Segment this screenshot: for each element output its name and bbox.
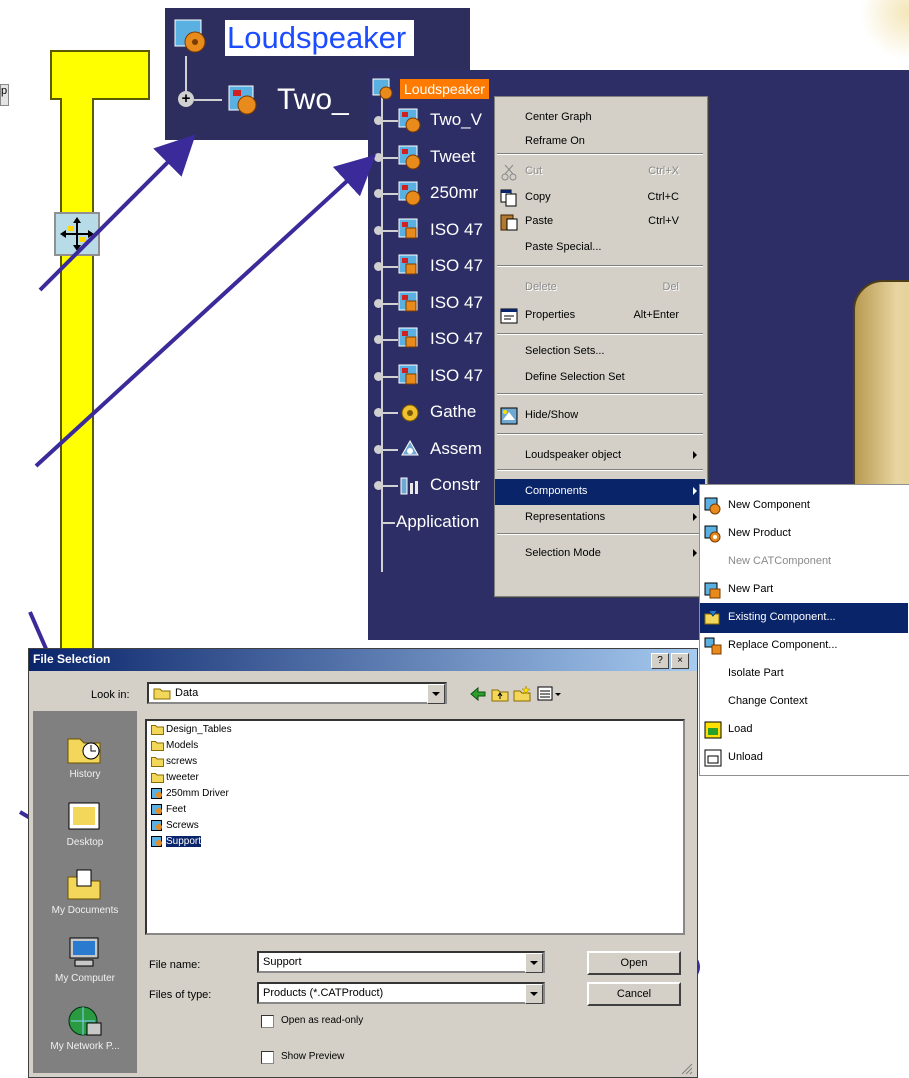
my-computer-icon — [65, 935, 103, 971]
place-label: My Documents — [51, 905, 119, 916]
file-name: Support — [166, 836, 202, 848]
product-file-icon — [151, 820, 164, 831]
file-type-select[interactable]: Products (*.CATProduct) — [257, 982, 545, 1004]
places-bar: History Desktop My Documents My Computer My … — [33, 711, 137, 1073]
history-icon — [65, 731, 103, 767]
file-name: Feet — [166, 804, 187, 816]
resize-grip-icon[interactable] — [681, 1063, 693, 1075]
dialog-title: File Selection — [33, 652, 111, 666]
place-label: History — [69, 769, 101, 780]
file-list-item[interactable]: 250mm Driver — [151, 788, 229, 802]
look-in-label: Look in: — [91, 689, 130, 701]
combo-dropdown-button[interactable] — [525, 953, 543, 973]
product-file-icon — [151, 804, 164, 815]
place-label: Desktop — [66, 837, 104, 848]
file-name: Models — [166, 740, 199, 752]
place-my-documents[interactable]: My Documents — [33, 861, 137, 933]
file-list[interactable]: Design_Tables Models screws tweeter 250mm Dr… — [145, 719, 685, 935]
help-button[interactable]: ? — [651, 653, 669, 669]
look-in-combo[interactable]: Data — [147, 682, 447, 704]
preview-label: Show Preview — [281, 1051, 345, 1062]
file-name-label: File name: — [149, 959, 201, 971]
my-documents-icon — [65, 867, 103, 903]
file-name-input[interactable]: Support — [257, 951, 545, 973]
file-name-value: Support — [263, 956, 302, 968]
product-file-icon — [151, 788, 164, 799]
my-network-icon — [65, 1003, 103, 1039]
file-list-item[interactable]: Screws — [151, 820, 199, 834]
up-folder-icon[interactable] — [491, 685, 509, 703]
file-type-label: Files of type: — [149, 989, 212, 1001]
file-name: Screws — [166, 820, 199, 832]
file-list-item[interactable]: tweeter — [151, 772, 199, 786]
preview-checkbox[interactable] — [261, 1051, 274, 1064]
file-name: screws — [166, 756, 198, 768]
arrow-to-zoom — [38, 134, 196, 292]
product-file-icon — [151, 836, 164, 847]
file-name: Design_Tables — [166, 724, 232, 736]
dialog-titlebar[interactable]: File Selection ? × — [29, 649, 697, 671]
look-in-value: Data — [175, 687, 199, 699]
place-my-network[interactable]: My Network P... — [33, 997, 137, 1069]
file-name: 250mm Driver — [166, 788, 229, 800]
place-my-computer[interactable]: My Computer — [33, 929, 137, 1001]
file-list-item[interactable]: Support — [151, 836, 202, 850]
readonly-label: Open as read-only — [281, 1015, 364, 1026]
new-folder-icon[interactable] — [513, 685, 531, 703]
close-button[interactable]: × — [671, 653, 689, 669]
back-icon[interactable] — [469, 685, 487, 703]
cancel-button[interactable]: Cancel — [587, 982, 681, 1006]
place-label: My Computer — [54, 973, 115, 984]
file-list-item[interactable]: Models — [151, 740, 198, 754]
combo-dropdown-button[interactable] — [427, 684, 445, 704]
place-history[interactable]: History — [33, 725, 137, 797]
folder-icon — [151, 772, 164, 783]
file-list-item[interactable]: Design_Tables — [151, 724, 232, 738]
file-type-value: Products (*.CATProduct) — [263, 987, 384, 999]
desktop-icon — [65, 799, 103, 835]
folder-icon — [151, 740, 164, 751]
place-label: My Network P... — [50, 1041, 120, 1052]
folder-icon — [151, 724, 164, 735]
place-desktop[interactable]: Desktop — [33, 793, 137, 865]
folder-icon — [151, 756, 164, 767]
combo-dropdown-button[interactable] — [525, 984, 543, 1004]
view-menu-icon[interactable] — [537, 685, 563, 703]
arrow-to-tree — [34, 154, 376, 468]
readonly-checkbox[interactable] — [261, 1015, 274, 1028]
file-selection-dialog: File Selection ? × Look in: Data History… — [28, 648, 698, 1078]
file-list-item[interactable]: screws — [151, 756, 197, 770]
file-list-item[interactable]: Feet — [151, 804, 186, 818]
open-button[interactable]: Open — [587, 951, 681, 975]
file-name: tweeter — [166, 772, 199, 784]
folder-icon — [153, 688, 171, 700]
